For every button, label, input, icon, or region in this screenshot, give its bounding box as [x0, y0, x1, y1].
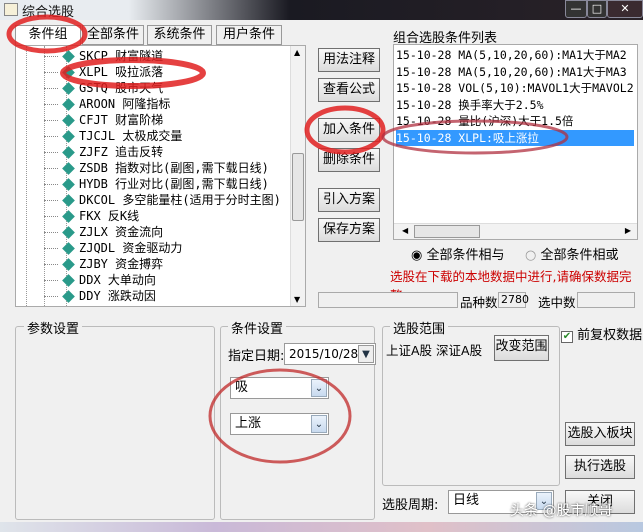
condition-list[interactable]: 15-10-28 MA(5,10,20,60):MA1大于MA2 15-10-28…	[393, 44, 638, 240]
minimize-button[interactable]: —	[565, 0, 587, 18]
chevron-down-icon: ▼	[358, 345, 374, 363]
adjust-checkbox[interactable]: ✔ 前复权数据	[561, 324, 642, 343]
range-markets: 上证A股 深证A股	[386, 343, 483, 358]
app-icon	[4, 3, 18, 16]
formula-icon	[62, 210, 75, 223]
chevron-down-icon: ⌄	[311, 415, 327, 433]
usage-notes-button[interactable]: 用法注释	[318, 48, 380, 72]
formula-icon	[62, 194, 75, 207]
params-group-title: 参数设置	[24, 318, 83, 337]
tree-item[interactable]: ZJLX 资金流向	[43, 224, 163, 240]
tree-item[interactable]: GSTQ 股市天气	[43, 80, 163, 96]
formula-icon	[62, 274, 75, 287]
condition-row[interactable]: 15-10-28 量比(沪深)大于1.5倍	[396, 113, 634, 129]
tree-item[interactable]: ZJFZ 追击反转	[43, 144, 163, 160]
formula-icon	[62, 98, 75, 111]
tree-scrollbar[interactable]: ▲ ▼	[290, 46, 305, 306]
formula-icon	[62, 258, 75, 271]
formula-icon	[62, 66, 75, 79]
selected-count-label: 选中数	[538, 295, 576, 310]
maximize-button[interactable]: □	[587, 0, 607, 18]
tab-user-conditions[interactable]: 用户条件	[216, 25, 282, 45]
change-range-button[interactable]: 改变范围	[494, 335, 549, 361]
close-window-button[interactable]: ✕	[607, 0, 643, 18]
tree-item[interactable]: ZSDB 指数对比(副图,需下载日线)	[44, 160, 269, 176]
radio-unchecked-icon: ○	[525, 248, 537, 263]
formula-icon	[62, 226, 75, 239]
logic-or-radio[interactable]: ○ 全部条件相或	[525, 244, 619, 263]
condition-settings-title: 条件设置	[228, 318, 287, 337]
formula-icon	[62, 178, 75, 191]
formula-icon	[62, 290, 75, 303]
condition-row[interactable]: 15-10-28 VOL(5,10):MAVOL1大于MAVOL2	[396, 80, 634, 96]
condition-combo-2[interactable]: 上涨 ⌄	[230, 413, 329, 435]
view-formula-button[interactable]: 查看公式	[318, 78, 380, 102]
logic-and-radio[interactable]: ◉ 全部条件相与	[411, 244, 505, 263]
formula-icon	[62, 162, 75, 175]
tree-item[interactable]: SKCP 财富隧道	[43, 48, 163, 64]
tree-item[interactable]: DKCOL 多空能量柱(适用于分时主图)	[44, 192, 281, 208]
period-label: 选股周期:	[382, 498, 439, 513]
params-group	[15, 326, 215, 520]
selected-count-value	[577, 292, 635, 308]
tree-item[interactable]: XLPL 吸拉派落	[43, 64, 163, 80]
title-bar	[0, 0, 643, 20]
watermark: 头条 @股市顺哥	[510, 503, 613, 519]
tree-item[interactable]: FKX 反K线	[43, 208, 139, 224]
condition-row[interactable]: 15-10-28 换手率大于2.5%	[396, 97, 634, 113]
tree-item[interactable]: ZJBY 资金搏弈	[43, 256, 163, 272]
tree-item[interactable]: HYDB 行业对比(副图,需下载日线)	[44, 176, 269, 192]
range-group-title: 选股范围	[390, 318, 449, 337]
count-label: 品种数	[460, 295, 498, 310]
count-value: 2780	[498, 292, 529, 308]
condition-row[interactable]: 15-10-28 XLPL:吸上涨拉	[396, 129, 634, 146]
condition-row[interactable]: 15-10-28 MA(5,10,20,60):MA1大于MA3	[396, 64, 634, 80]
tree-item[interactable]: CFJT 财富阶梯	[43, 112, 163, 128]
progress-field	[318, 292, 458, 308]
formula-icon	[62, 242, 75, 255]
chevron-down-icon: ⌄	[311, 379, 327, 397]
formula-icon	[62, 114, 75, 127]
checkbox-checked-icon: ✔	[561, 331, 573, 343]
tab-all-conditions[interactable]: 全部条件	[82, 25, 144, 45]
delete-condition-button[interactable]: 删除条件	[318, 148, 380, 172]
add-condition-button[interactable]: 加入条件	[318, 118, 380, 142]
tab-condition-group[interactable]: 条件组	[15, 25, 81, 47]
save-plan-button[interactable]: 保存方案	[318, 218, 380, 242]
condition-tree[interactable]: SKCP 财富隧道 XLPL 吸拉派落 GSTQ 股市天气 AROON 阿隆指标 CFJ…	[15, 45, 306, 307]
background-taskbar	[0, 522, 643, 532]
formula-icon	[62, 50, 75, 63]
window-title: 综合选股	[22, 5, 75, 20]
formula-icon	[62, 130, 75, 143]
execute-selection-button[interactable]: 执行选股	[565, 455, 635, 479]
formula-icon	[62, 146, 75, 159]
list-hscrollbar[interactable]: ◀ ▶	[394, 223, 637, 239]
condition-row[interactable]: 15-10-28 MA(5,10,20,60):MA1大于MA2	[396, 47, 634, 63]
import-plan-button[interactable]: 引入方案	[318, 188, 380, 212]
add-to-block-button[interactable]: 选股入板块	[565, 422, 635, 446]
date-picker[interactable]: 2015/10/28 ▼	[284, 343, 376, 365]
formula-icon	[62, 82, 75, 95]
radio-checked-icon: ◉	[411, 248, 423, 263]
date-label: 指定日期:	[228, 349, 285, 364]
condition-combo-1[interactable]: 吸 ⌄	[230, 377, 329, 399]
tree-item[interactable]: ZJQDL 资金驱动力	[43, 240, 182, 256]
tree-item[interactable]: TJCJL 太极成交量	[43, 128, 182, 144]
tree-item[interactable]: DDY 涨跌动因	[44, 288, 156, 304]
tree-item[interactable]: AROON 阿隆指标	[43, 96, 170, 112]
tab-system-conditions[interactable]: 系统条件	[147, 25, 212, 45]
tree-item[interactable]: DDX 大单动向	[44, 272, 156, 288]
